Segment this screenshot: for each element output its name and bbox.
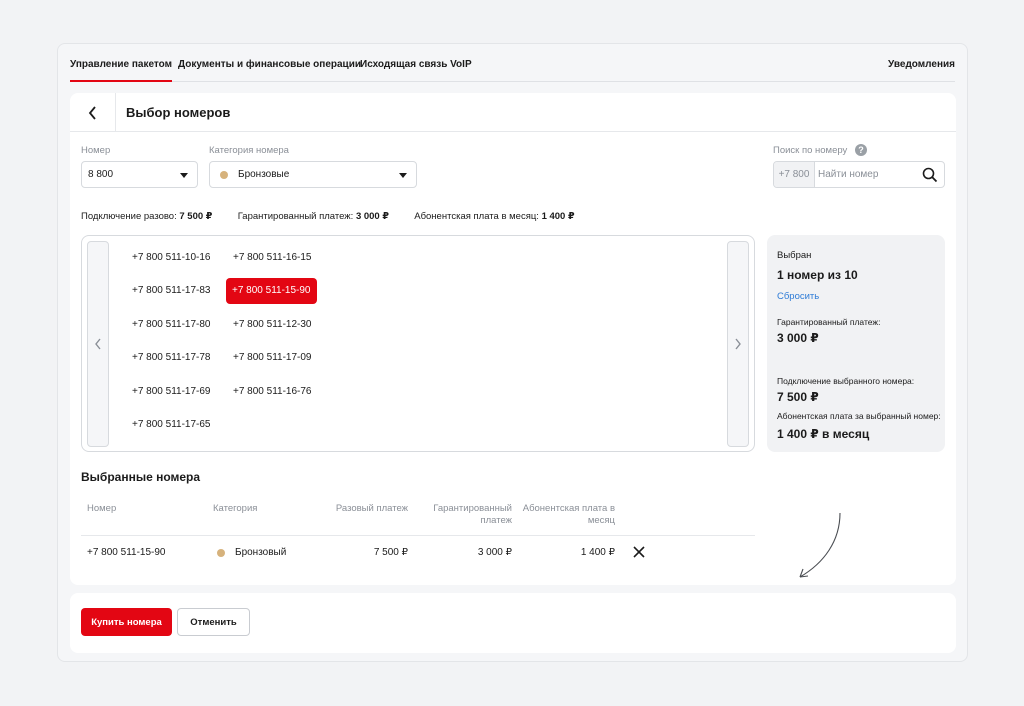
summary-connection-label: Подключение выбранного номера: (777, 376, 915, 386)
number-option[interactable]: +7 800 511-17-78 (126, 345, 217, 371)
col-header-monthly: Абонентская плата в месяц (522, 503, 615, 526)
number-option[interactable]: +7 800 511-17-83 (126, 278, 217, 304)
app-frame: Управление пакетом Документы и финансовы… (57, 43, 968, 662)
row-one-time: 7 500 ₽ (373, 547, 408, 558)
number-option[interactable]: +7 800 511-17-09 (227, 345, 318, 371)
top-nav: Управление пакетом Документы и финансовы… (70, 44, 955, 82)
number-select-value: 8 800 (88, 169, 114, 180)
number-label: Номер (81, 145, 111, 156)
monthly-fee-label: Абонентская плата в месяц: (414, 211, 539, 222)
search-label: Поиск по номеру (773, 145, 848, 156)
row-guaranteed: 3 000 ₽ (477, 547, 512, 558)
curved-arrow-icon (799, 512, 841, 578)
card-header: Выбор номеров (70, 93, 956, 132)
table-divider (81, 535, 755, 536)
number-option-selected[interactable]: +7 800 511-15-90 (226, 278, 317, 304)
connection-fee-value: 7 500 ₽ (179, 211, 213, 222)
search-input[interactable] (818, 162, 918, 187)
row-monthly: 1 400 ₽ (580, 547, 615, 558)
page-title: Выбор номеров (126, 105, 231, 120)
summary-guaranteed-label: Гарантированный платеж: (777, 317, 881, 327)
search-prefix: +7 800 (774, 162, 815, 187)
number-option[interactable]: +7 800 511-17-80 (126, 312, 217, 338)
buy-numbers-button[interactable]: Купить номера (81, 608, 172, 636)
col-header-category: Категория (213, 503, 258, 514)
help-icon[interactable]: ? (855, 144, 867, 156)
caret-down-icon (180, 173, 188, 178)
guaranteed-fee-value: 3 000 ₽ (355, 211, 389, 222)
monthly-fee-value: 1 400 ₽ (541, 211, 575, 222)
summary-monthly-value: 1 400 ₽ в месяц (777, 427, 870, 441)
number-option[interactable]: +7 800 511-16-15 (227, 245, 318, 271)
back-button[interactable] (70, 93, 116, 132)
remove-icon[interactable] (632, 545, 646, 559)
bronze-dot-icon (220, 170, 228, 179)
notifications-link[interactable]: Уведомления (888, 59, 955, 70)
chevron-left-icon (88, 105, 96, 120)
next-page-button[interactable] (727, 241, 749, 447)
category-select-value: Бронзовые (238, 169, 290, 180)
number-option[interactable]: +7 800 511-16-76 (227, 379, 318, 405)
category-label: Категория номера (209, 145, 289, 156)
fees-line: Подключение разово: 7 500 ₽ Гарантирован… (81, 211, 575, 222)
selected-numbers-title: Выбранные номера (81, 470, 201, 484)
prev-page-button[interactable] (87, 241, 109, 447)
chevron-left-icon (95, 338, 101, 350)
caret-down-icon (399, 173, 407, 178)
cancel-button[interactable]: Отменить (177, 608, 250, 636)
tab-voip[interactable]: Исходящая связь VoIP (360, 59, 472, 70)
row-number: +7 800 511-15-90 (87, 547, 166, 558)
col-header-guaranteed: Гарантированный платеж (433, 503, 512, 526)
actions-card: Купить номера Отменить (70, 593, 956, 653)
connection-fee-label: Подключение разово: (81, 211, 177, 222)
col-header-one-time: Разовый платеж (335, 503, 408, 514)
number-select[interactable]: 8 800 (81, 161, 198, 188)
guaranteed-fee-label: Гарантированный платеж: (237, 211, 354, 222)
col-header-number: Номер (87, 503, 117, 514)
chosen-value: 1 номер из 10 (777, 268, 858, 282)
number-picker: +7 800 511-10-16 +7 800 511-17-83 +7 800… (81, 235, 755, 452)
number-option[interactable]: +7 800 511-17-65 (126, 412, 217, 438)
search-icon[interactable] (922, 167, 938, 183)
row-category: Бронзовый (235, 547, 287, 558)
tab-package-management[interactable]: Управление пакетом (70, 59, 173, 82)
bronze-dot-icon (217, 549, 225, 557)
summary-guaranteed-value: 3 000 ₽ (777, 331, 819, 345)
number-option[interactable]: +7 800 511-10-16 (126, 245, 217, 271)
tab-documents[interactable]: Документы и финансовые операции (178, 59, 361, 70)
summary-connection-value: 7 500 ₽ (777, 390, 819, 404)
category-select[interactable]: Бронзовые (209, 161, 417, 188)
number-option[interactable]: +7 800 511-17-69 (126, 379, 217, 405)
number-option[interactable]: +7 800 511-12-30 (227, 312, 318, 338)
number-selection-card: Выбор номеров Номер 8 800 Категория номе… (70, 93, 956, 585)
reset-link[interactable]: Сбросить (777, 291, 819, 302)
selection-summary: Выбран 1 номер из 10 Сбросить Гарантиров… (767, 235, 945, 452)
chevron-right-icon (735, 338, 741, 350)
summary-monthly-label: Абонентская плата за выбранный номер: (777, 411, 941, 421)
chosen-label: Выбран (777, 250, 812, 261)
search-field: +7 800 (773, 161, 945, 188)
